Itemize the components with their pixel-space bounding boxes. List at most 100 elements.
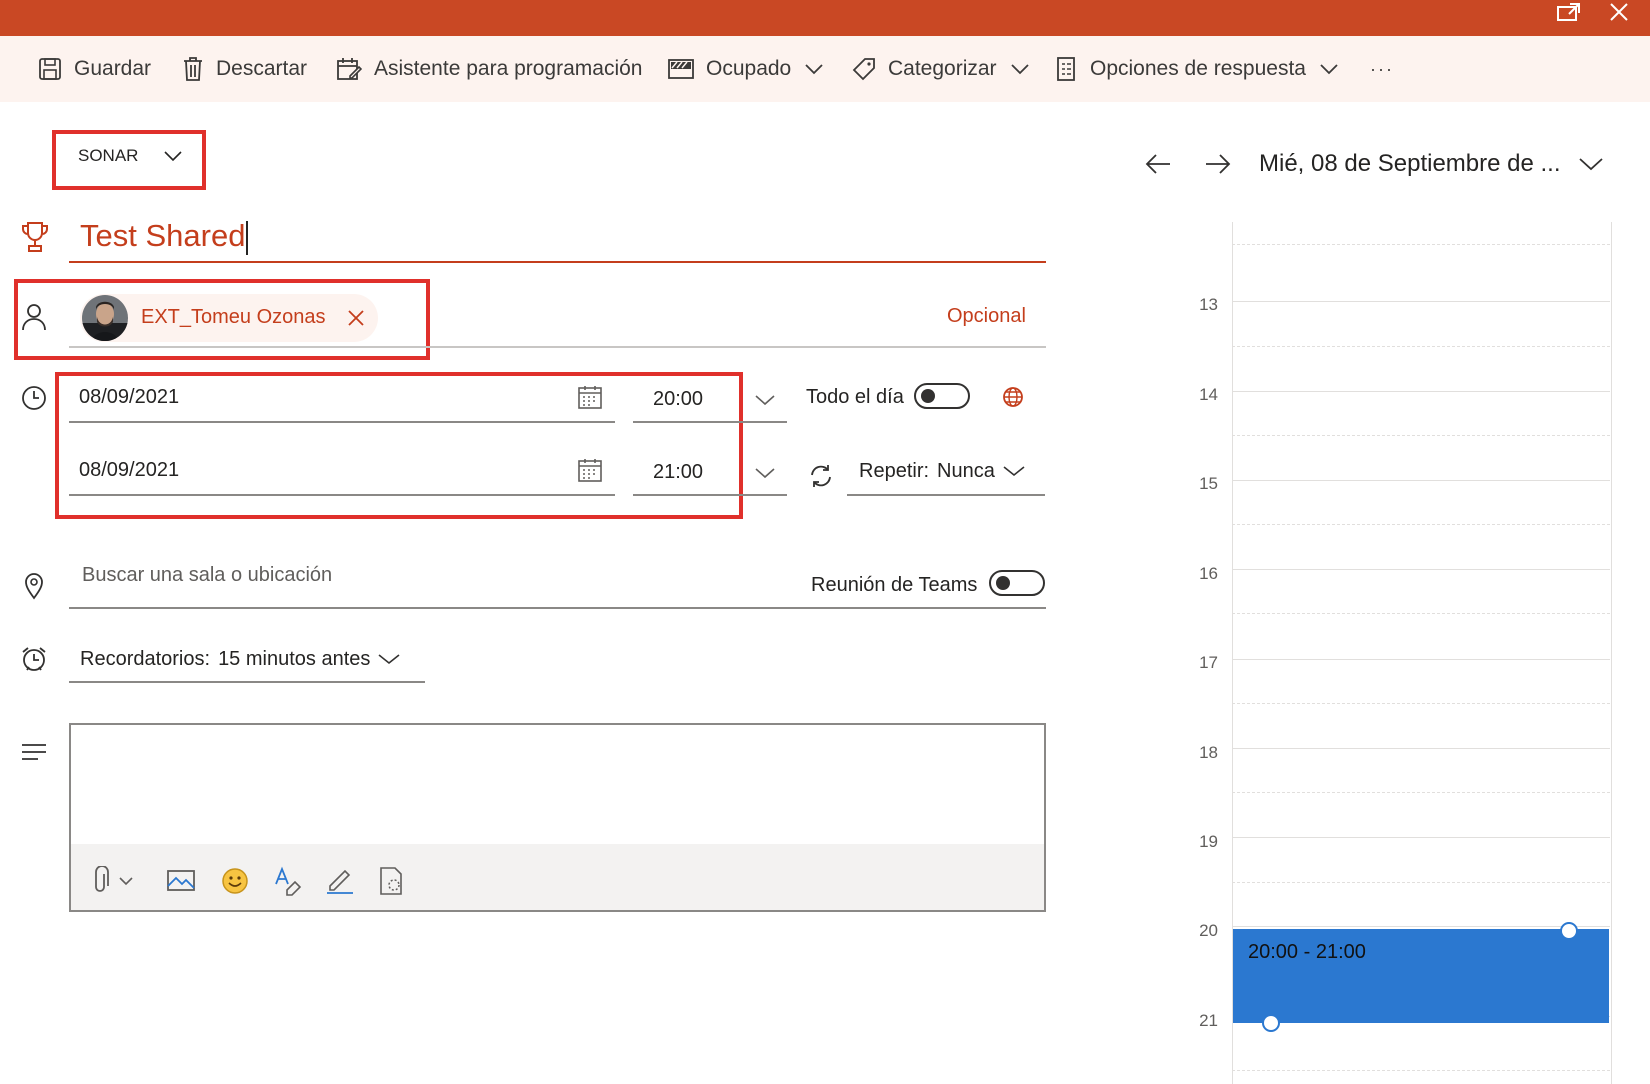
end-time-underline <box>633 494 787 496</box>
response-options-icon <box>1057 57 1075 81</box>
hour-line <box>1232 748 1610 749</box>
optional-attendees-link[interactable]: Opcional <box>947 305 1026 328</box>
hour-label: 16 <box>1199 564 1218 583</box>
location-input[interactable]: Buscar una sala o ubicación <box>82 564 332 587</box>
repeat-underline <box>847 494 1045 496</box>
resize-handle-bottom[interactable] <box>1262 1014 1280 1032</box>
hour-label: 14 <box>1199 385 1218 404</box>
end-date-value: 08/09/2021 <box>79 459 180 481</box>
response-options-label: Opciones de respuesta <box>1090 57 1306 80</box>
repeat-value: Nunca <box>937 459 995 482</box>
event-block[interactable]: 20:00 - 21:00 <box>1233 929 1609 1023</box>
notes-icon <box>20 742 48 767</box>
response-options-dropdown[interactable]: Opciones de respuesta <box>1056 36 1350 102</box>
repeat-dropdown[interactable]: Repetir: Nunca <box>847 448 1045 494</box>
show-as-dropdown[interactable]: Ocupado <box>668 36 835 102</box>
reminder-value: 15 minutos antes <box>218 647 371 670</box>
event-time-label: 20:00 - 21:00 <box>1248 941 1366 963</box>
close-icon[interactable] <box>1608 2 1630 27</box>
half-hour-line <box>1232 244 1610 245</box>
start-time-dropdown[interactable]: 20:00 <box>633 374 787 422</box>
chevron-down-icon <box>1578 158 1603 171</box>
remove-attendee-icon[interactable] <box>346 308 366 333</box>
chevron-down-icon <box>1010 64 1029 75</box>
save-icon <box>39 58 61 80</box>
location-underline <box>69 607 1046 609</box>
resize-handle-top[interactable] <box>1560 922 1578 940</box>
attendee-chip[interactable]: EXT_Tomeu Ozonas <box>80 294 378 342</box>
chevron-down-icon <box>1003 466 1025 477</box>
chevron-down-icon <box>755 395 775 406</box>
avatar <box>82 295 128 346</box>
scheduling-assistant-button[interactable]: Asistente para programación <box>336 36 642 102</box>
half-hour-line <box>1232 613 1610 614</box>
calendar-edit-icon <box>337 58 362 80</box>
add-in-icon[interactable] <box>377 866 407 901</box>
previous-day-icon[interactable] <box>1144 152 1172 181</box>
chevron-down-icon <box>378 654 400 665</box>
tag-icon <box>852 58 875 81</box>
busy-label: Ocupado <box>706 57 792 80</box>
attendee-name: EXT_Tomeu Ozonas <box>141 306 326 328</box>
trash-icon <box>184 57 202 81</box>
calendar-icon[interactable] <box>577 384 603 415</box>
body-editor[interactable] <box>69 723 1046 912</box>
hour-label: 15 <box>1199 474 1218 493</box>
attendees-underline <box>69 346 1046 348</box>
hour-line <box>1232 301 1610 302</box>
end-date-field[interactable]: 08/09/2021 <box>69 447 615 495</box>
half-hour-line <box>1232 435 1610 436</box>
categorize-dropdown[interactable]: Categorizar <box>852 36 1041 102</box>
hour-label: 18 <box>1199 743 1218 762</box>
emoji-icon[interactable] <box>220 866 250 901</box>
chevron-down-icon <box>164 151 183 162</box>
busy-status-icon <box>668 59 694 79</box>
start-date-underline <box>69 421 615 423</box>
teams-meeting-toggle[interactable] <box>989 570 1045 596</box>
event-title-input[interactable]: Test Shared <box>80 218 249 255</box>
day-picker-dropdown[interactable]: Mié, 08 de Septiembre de ... <box>1259 150 1603 178</box>
teams-meeting-label: Reunión de Teams <box>811 574 978 596</box>
chevron-down-icon <box>1320 64 1338 75</box>
hour-label: 13 <box>1199 295 1218 314</box>
start-date-field[interactable]: 08/09/2021 <box>69 374 615 422</box>
calendar-selector-dropdown[interactable]: SONAR <box>78 146 183 166</box>
format-painter-icon[interactable] <box>273 866 303 901</box>
all-day-label: Todo el día <box>806 386 904 408</box>
half-hour-line <box>1232 792 1610 793</box>
hour-line <box>1232 391 1610 392</box>
half-hour-line <box>1232 524 1610 525</box>
half-hour-line <box>1232 346 1610 347</box>
start-time-underline <box>633 421 787 423</box>
save-label: Guardar <box>74 57 152 80</box>
insert-image-icon[interactable] <box>166 866 196 899</box>
calendar-icon[interactable] <box>577 457 603 488</box>
end-time-dropdown[interactable]: 21:00 <box>633 447 787 495</box>
hour-label: 19 <box>1199 832 1218 851</box>
text-cursor <box>246 220 249 255</box>
event-title-text: Test Shared <box>80 218 246 253</box>
next-day-icon[interactable] <box>1204 152 1232 181</box>
start-time-value: 20:00 <box>653 388 704 410</box>
toggle-knob <box>921 389 935 403</box>
clock-icon <box>21 385 47 416</box>
hour-line <box>1232 569 1610 570</box>
discard-button[interactable]: Descartar <box>182 36 307 102</box>
hour-line <box>1232 926 1610 927</box>
end-date-underline <box>69 494 615 496</box>
half-hour-line <box>1232 882 1610 883</box>
more-options-button[interactable]: ··· <box>1370 36 1394 102</box>
alarm-clock-icon <box>20 645 48 678</box>
hour-label: 17 <box>1199 653 1218 672</box>
trophy-icon <box>20 220 50 259</box>
signature-icon[interactable] <box>324 866 356 901</box>
half-hour-line <box>1232 1070 1610 1071</box>
attach-icon[interactable] <box>95 865 135 899</box>
end-time-value: 21:00 <box>653 461 704 483</box>
save-button[interactable]: Guardar <box>38 36 151 102</box>
all-day-toggle[interactable] <box>914 383 970 409</box>
time-zone-icon[interactable] <box>1001 385 1025 414</box>
pop-out-icon[interactable] <box>1556 2 1582 27</box>
hour-label: 20 <box>1199 921 1218 940</box>
reminder-dropdown[interactable]: Recordatorios: 15 minutos antes <box>69 636 425 682</box>
